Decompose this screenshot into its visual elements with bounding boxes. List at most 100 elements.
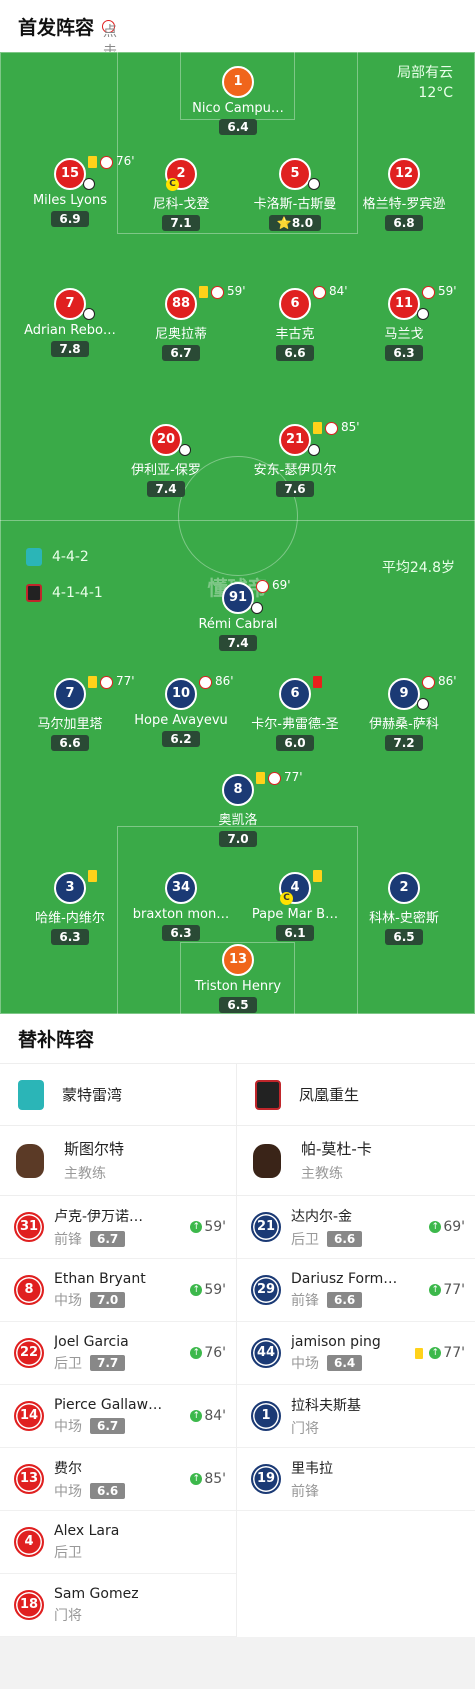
player-rating: 7.6: [276, 481, 314, 497]
jersey-number: 44: [251, 1338, 281, 1368]
player-rating: 6.2: [162, 731, 200, 747]
jersey-number: 12: [388, 158, 420, 190]
sub-player-row[interactable]: 21 达内尔-金 后卫 6.6 ↑ 69': [237, 1196, 475, 1259]
away-player[interactable]: 91 69' Rémi Cabral 7.4: [173, 578, 303, 651]
player-rating: ⭐8.0: [268, 215, 322, 231]
jersey-number: 4: [14, 1527, 44, 1557]
weather-condition: 局部有云: [397, 65, 453, 81]
player-rating: 6.4: [219, 119, 257, 135]
sub-out-icon: [313, 286, 326, 299]
home-team-row[interactable]: 蒙特雷湾: [0, 1064, 236, 1126]
away-player[interactable]: 34 braxton mon… 6.3: [116, 872, 246, 941]
away-coach[interactable]: 帕-莫杜-卡 主教练: [237, 1126, 475, 1196]
away-team-logo-icon: [255, 1079, 281, 1110]
sub-in-time: ↑ 77': [429, 1282, 465, 1298]
player-name: 尼科-戈登: [152, 197, 210, 212]
sub-player-row[interactable]: 19 里韦拉 前锋: [237, 1448, 475, 1511]
sub-player-position: 后卫: [54, 1355, 82, 1372]
jersey-number: 6: [279, 288, 311, 320]
jersey-number: 18: [14, 1590, 44, 1620]
jersey-number: 21: [279, 424, 311, 456]
sub-player-position: 中场: [291, 1355, 319, 1372]
away-player[interactable]: 13 Triston Henry 6.5: [173, 944, 303, 1013]
sub-out-icon: [100, 156, 113, 169]
player-rating: 6.7: [162, 345, 200, 361]
yellow-card-icon: [88, 156, 97, 168]
yellow-card-icon: [88, 870, 97, 882]
sub-player-row[interactable]: 13 费尔 中场 6.6 ↑ 85': [0, 1448, 236, 1511]
substitution-icon: [417, 698, 429, 710]
home-player[interactable]: 88 59' 尼奥拉蒂 6.7: [116, 284, 246, 361]
sub-player-rating: 6.6: [90, 1482, 126, 1499]
sub-out-icon: [199, 676, 212, 689]
sub-player-row[interactable]: 8 Ethan Bryant 中场 7.0 ↑ 59': [0, 1259, 236, 1322]
sub-player-name: Dariusz Form…: [291, 1270, 398, 1287]
jersey-number: 20: [150, 424, 182, 456]
sub-player-rating: 7.7: [90, 1354, 126, 1371]
sub-player-row[interactable]: 29 Dariusz Form… 前锋 6.6 ↑ 77': [237, 1259, 475, 1322]
sub-player-name: 拉科夫斯基: [291, 1397, 361, 1414]
home-team-logo-icon: [18, 1079, 44, 1110]
home-coach[interactable]: 斯图尔特 主教练: [0, 1126, 236, 1196]
sub-player-position: 前锋: [291, 1292, 319, 1309]
player-name: Hope Avayevu: [134, 713, 228, 728]
home-team-badge-icon: [26, 548, 42, 566]
red-card-icon: [313, 676, 322, 688]
home-player[interactable]: 11 59' 马兰戈 6.3: [339, 284, 469, 361]
jersey-number: 31: [14, 1212, 44, 1242]
jersey-number: 34: [165, 872, 197, 904]
goal-ball-icon: [308, 178, 320, 190]
jersey-number: 10: [165, 678, 197, 710]
sub-player-row[interactable]: 31 卢克-伊万诺… 前锋 6.7 ↑ 59': [0, 1196, 236, 1259]
away-player[interactable]: 8 77' 奥凯洛 7.0: [173, 770, 303, 847]
player-rating: 7.2: [385, 735, 423, 751]
sub-player-name: 费尔: [54, 1460, 82, 1477]
yellow-card-icon: [313, 422, 322, 434]
sub-player-rating: 6.7: [90, 1417, 126, 1434]
sub-in-arrow-icon: ↑: [429, 1284, 442, 1296]
home-player[interactable]: 2 C 尼科-戈登 7.1: [116, 158, 246, 231]
subs-panel: 蒙特雷湾 斯图尔特 主教练 31 卢克-伊万诺… 前锋 6.7 ↑ 59' 8 Ethan B…: [0, 1064, 475, 1637]
sub-in-time: ↑ 85': [190, 1471, 226, 1487]
sub-time: 59': [438, 284, 457, 298]
sub-in-arrow-icon: ↑: [429, 1347, 442, 1359]
sub-player-rating: 6.6: [327, 1291, 363, 1308]
page-title: 首发阵容: [18, 16, 95, 39]
sub-in-arrow-icon: ↑: [190, 1221, 203, 1233]
sub-out-icon: [422, 286, 435, 299]
sub-player-row[interactable]: 44 jamison ping 中场 6.4 ↑ 77': [237, 1322, 475, 1385]
away-player[interactable]: 2 科林-史密斯 6.5: [339, 872, 469, 945]
jersey-number: 13: [222, 944, 254, 976]
yellow-card-icon: [256, 772, 265, 784]
player-rating: 6.6: [51, 735, 89, 751]
sub-player-row[interactable]: 14 Pierce Gallaw… 中场 6.7 ↑ 84': [0, 1385, 236, 1448]
sub-out-icon: [100, 676, 113, 689]
sub-player-row[interactable]: 1 拉科夫斯基 门将: [237, 1385, 475, 1448]
player-rating: 6.9: [51, 211, 89, 227]
away-subs-column: 凤凰重生 帕-莫杜-卡 主教练 21 达内尔-金 后卫 6.6 ↑ 69' 29 Darius…: [237, 1064, 475, 1637]
home-player[interactable]: 21 85' 安东-瑟伊贝尔 7.6: [230, 420, 360, 497]
substitution-icon: [179, 444, 191, 456]
home-player[interactable]: 20 伊利亚-保罗 7.4: [101, 424, 231, 497]
sub-in-arrow-icon: ↑: [190, 1473, 203, 1485]
away-team-row[interactable]: 凤凰重生: [237, 1064, 475, 1126]
home-player[interactable]: 1 Nico Campu… 6.4: [173, 66, 303, 135]
player-rating: 6.5: [219, 997, 257, 1013]
home-player[interactable]: 12 格兰特-罗宾逊 6.8: [339, 158, 469, 231]
away-player[interactable]: 10 86' Hope Avayevu 6.2: [116, 674, 246, 747]
player-rating: 7.4: [147, 481, 185, 497]
jersey-number: 22: [14, 1338, 44, 1368]
sub-player-row[interactable]: 4 Alex Lara 后卫: [0, 1511, 236, 1574]
player-rating: 7.1: [162, 215, 200, 231]
jersey-number: 88: [165, 288, 197, 320]
goal-ball-icon: [308, 444, 320, 456]
sub-player-row[interactable]: 22 Joel Garcia 后卫 7.7 ↑ 76': [0, 1322, 236, 1385]
sub-in-time: ↑ 59': [190, 1282, 226, 1298]
player-name: Rémi Cabral: [198, 617, 278, 632]
away-player[interactable]: 9 86' 伊赫桑-萨科 7.2: [339, 674, 469, 751]
sub-player-row[interactable]: 18 Sam Gomez 门将: [0, 1574, 236, 1637]
player-rating: 6.3: [162, 925, 200, 941]
sub-player-name: jamison ping: [291, 1333, 381, 1350]
sub-out-icon: [256, 580, 269, 593]
pitch: 局部有云 12°C 4-4-2 平均24.8岁 4-1-4-1 懂球帝 1Nic…: [0, 52, 475, 1014]
